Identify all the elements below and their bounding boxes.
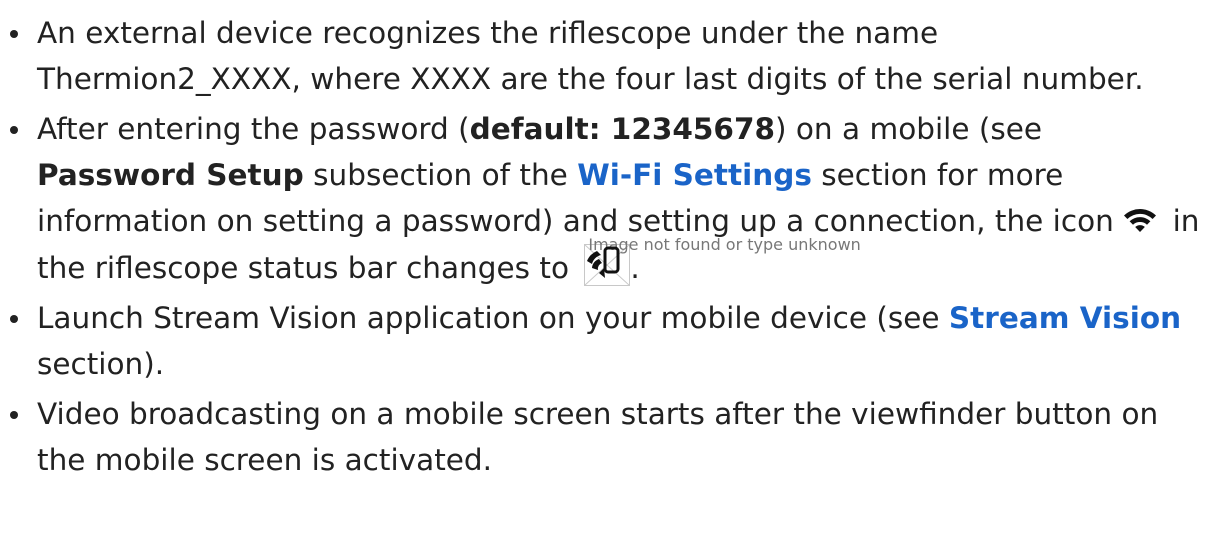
bullet-icon bbox=[10, 411, 18, 419]
default-password: default: 12345678 bbox=[469, 112, 775, 146]
list-item: Video broadcasting on a mobile screen st… bbox=[0, 391, 1200, 483]
item-text: . bbox=[630, 251, 640, 285]
stream-vision-link[interactable]: Stream Vision bbox=[949, 301, 1181, 335]
broken-image-placeholder: Image not found or type unknown bbox=[584, 235, 861, 286]
bullet-icon bbox=[10, 126, 18, 134]
item-text: An external device recognizes the rifles… bbox=[37, 16, 1144, 96]
item-text: Video broadcasting on a mobile screen st… bbox=[37, 397, 1159, 477]
wifi-settings-link[interactable]: Wi-Fi Settings bbox=[577, 158, 812, 192]
item-text: ) on a mobile (see bbox=[775, 112, 1043, 146]
item-text: After entering the password ( bbox=[37, 112, 470, 146]
bullet-icon bbox=[10, 30, 18, 38]
bullet-icon bbox=[10, 315, 18, 323]
phone-wifi-icon bbox=[587, 246, 620, 278]
list-item: An external device recognizes the rifles… bbox=[0, 10, 1200, 102]
list-item: After entering the password (default: 12… bbox=[0, 106, 1200, 291]
broken-image-alt: Image not found or type unknown bbox=[588, 235, 861, 254]
instructions-list: An external device recognizes the rifles… bbox=[0, 10, 1200, 483]
item-text: Launch Stream Vision application on your… bbox=[37, 301, 949, 335]
wifi-icon bbox=[1124, 209, 1157, 232]
password-setup-ref: Password Setup bbox=[37, 158, 304, 192]
item-text: subsection of the bbox=[303, 158, 578, 192]
item-text: section). bbox=[37, 347, 165, 381]
list-item: Launch Stream Vision application on your… bbox=[0, 295, 1200, 387]
